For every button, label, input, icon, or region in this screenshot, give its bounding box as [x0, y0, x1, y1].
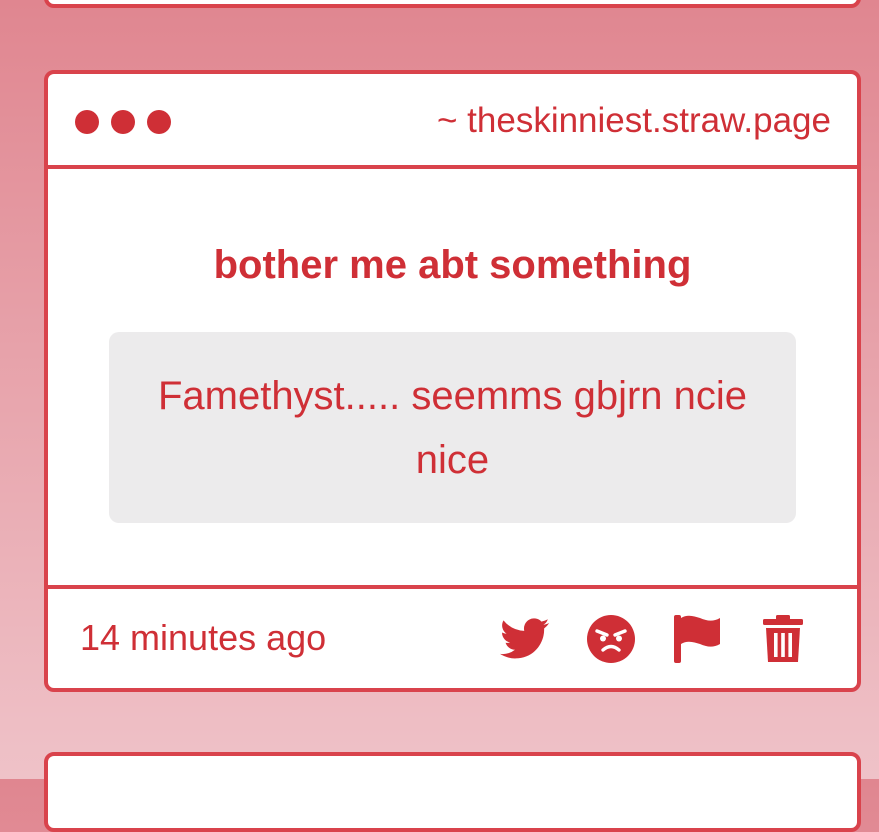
angry-reaction-button[interactable]	[585, 613, 637, 665]
previous-post-card	[44, 0, 861, 8]
window-dot-2	[111, 110, 135, 134]
trash-icon	[763, 615, 803, 662]
answer-text: Famethyst..... seemms gbjrn ncie nice	[157, 373, 748, 482]
post-actions	[499, 613, 809, 665]
card-titlebar: ~ theskinniest.straw.page	[48, 74, 857, 169]
card-body: bother me abt something Famethyst..... s…	[48, 169, 857, 585]
report-button[interactable]	[671, 613, 723, 665]
angry-face-icon	[587, 615, 635, 663]
question-prompt: bother me abt something	[213, 243, 692, 287]
site-url[interactable]: ~ theskinniest.straw.page	[437, 101, 831, 141]
timestamp: 14 minutes ago	[80, 617, 327, 658]
answer-box: Famethyst..... seemms gbjrn ncie nice	[109, 332, 796, 523]
window-dot-1	[75, 110, 99, 134]
window-controls	[75, 110, 171, 134]
delete-button[interactable]	[757, 613, 809, 665]
window-dot-3	[147, 110, 171, 134]
card-footer: 14 minutes ago	[48, 585, 857, 688]
twitter-icon	[500, 618, 550, 659]
next-post-card	[44, 752, 861, 832]
share-twitter-button[interactable]	[499, 613, 551, 665]
post-card: ~ theskinniest.straw.page bother me abt …	[44, 70, 861, 692]
flag-icon	[674, 615, 720, 663]
